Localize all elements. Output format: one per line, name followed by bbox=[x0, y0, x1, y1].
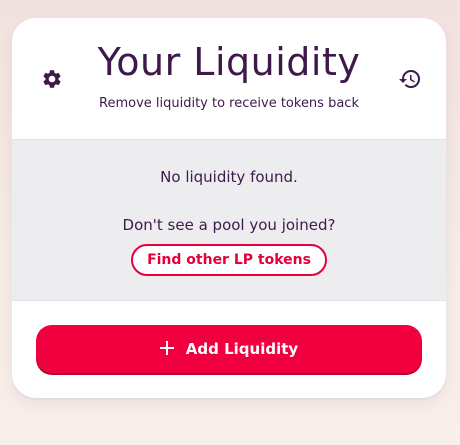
page-title: Your Liquidity bbox=[97, 40, 361, 84]
add-liquidity-button[interactable]: Add Liquidity bbox=[36, 325, 422, 373]
add-liquidity-label: Add Liquidity bbox=[185, 340, 299, 358]
page-subtitle: Remove liquidity to receive tokens back bbox=[99, 96, 359, 111]
history-icon[interactable] bbox=[398, 67, 422, 91]
find-lp-tokens-button[interactable]: Find other LP tokens bbox=[131, 244, 327, 276]
missing-pool-prompt: Don't see a pool you joined? bbox=[122, 216, 336, 234]
plus-icon bbox=[159, 341, 174, 355]
empty-state-message: No liquidity found. bbox=[160, 168, 298, 186]
liquidity-card: Your Liquidity Remove liquidity to recei… bbox=[12, 18, 446, 398]
card-header: Your Liquidity Remove liquidity to recei… bbox=[12, 18, 446, 140]
liquidity-list-panel: No liquidity found. Don't see a pool you… bbox=[12, 140, 446, 301]
